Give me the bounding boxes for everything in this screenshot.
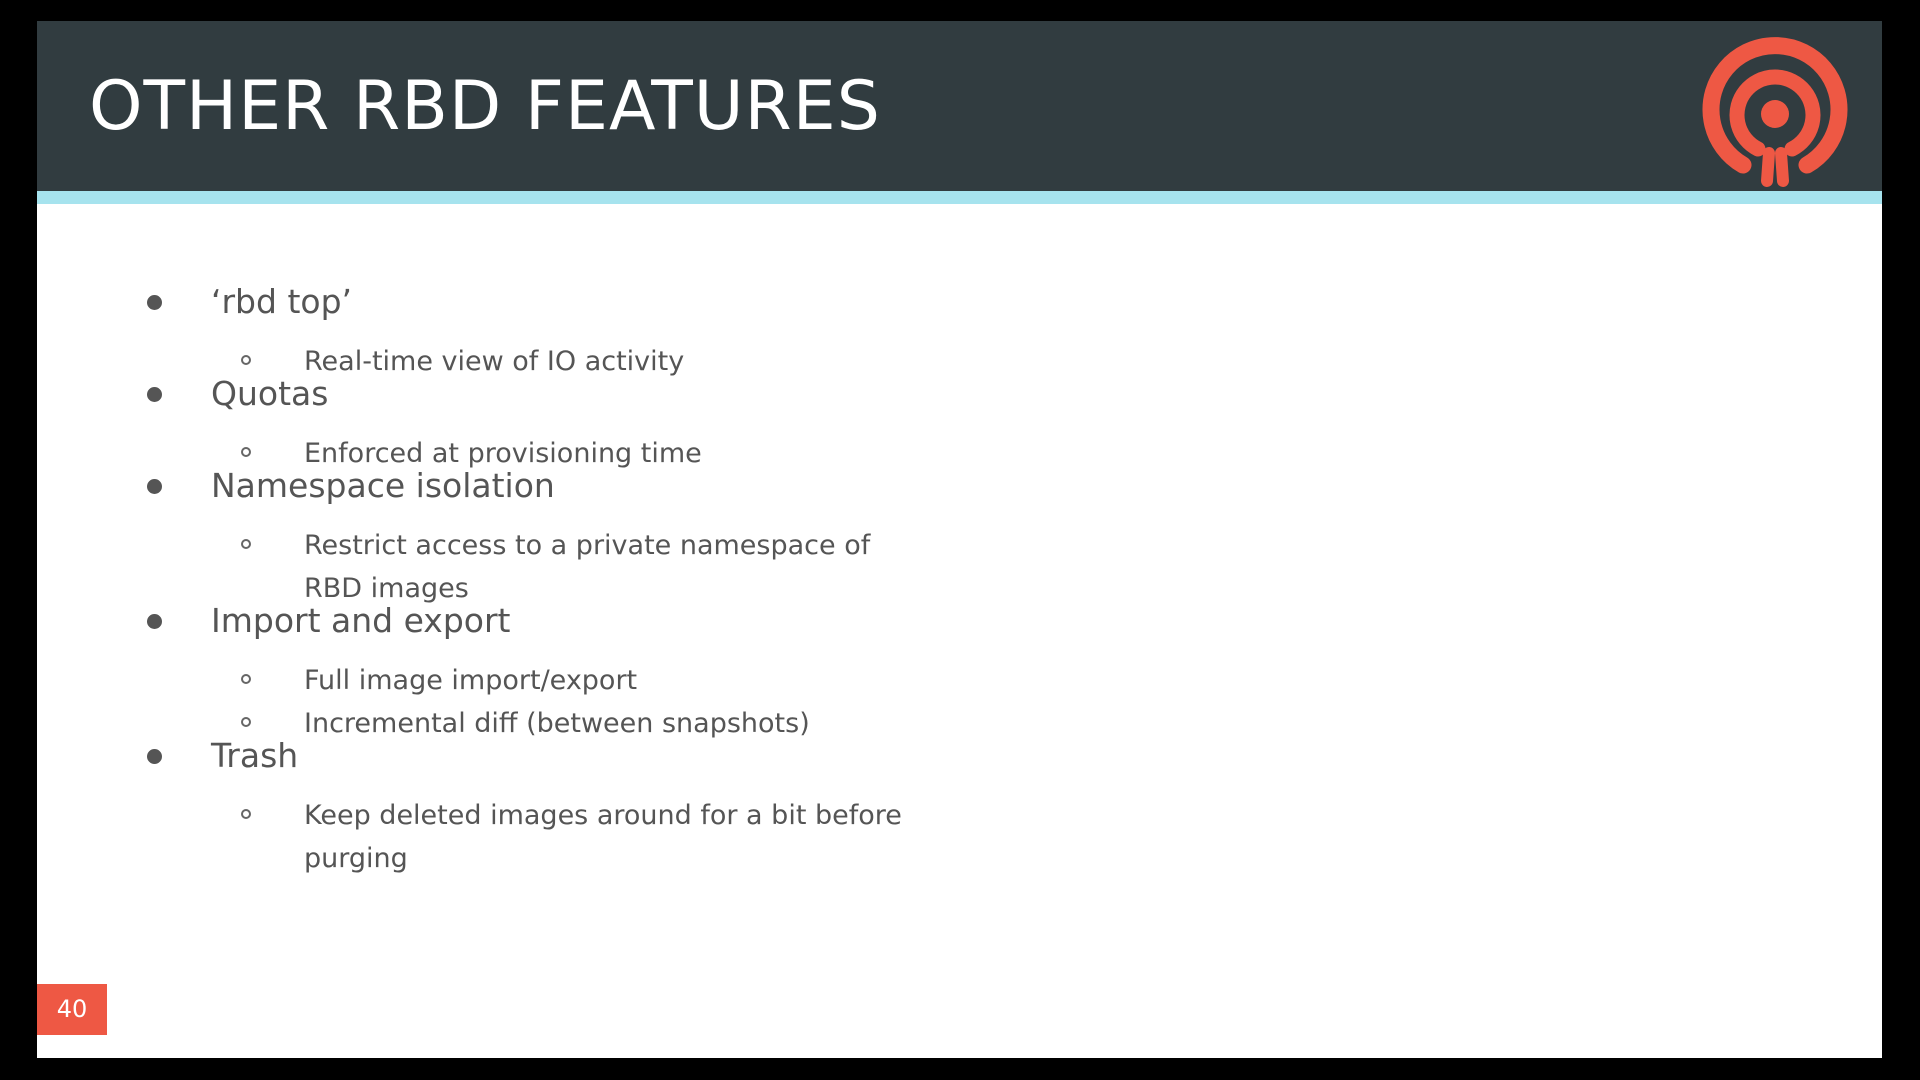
sub-bullet-text: Keep deleted images around for a bit bef… (304, 800, 902, 874)
sub-bullet-text: Restrict access to a private namespace o… (304, 530, 871, 604)
sub-bullet-circle-icon (241, 674, 251, 684)
bullet-dot-icon (147, 479, 162, 494)
sub-bullet-text: Real-time view of IO activity (304, 346, 685, 377)
sub-bullet-circle-icon (241, 717, 251, 727)
sub-bullet-circle-icon (241, 447, 251, 457)
bullet-text: Quotas (211, 374, 329, 413)
slide: OTHER RBD FEATURES ‘rbd top’ Real-time v… (37, 21, 1882, 1058)
sub-bullet-text: Full image import/export (304, 665, 638, 696)
bullet-dot-icon (147, 749, 162, 764)
sub-bullet-circle-icon (241, 355, 251, 365)
bullet-list: ‘rbd top’ Real-time view of IO activity … (37, 21, 1882, 1058)
bullet-text: Trash (211, 736, 299, 775)
bullet-text: Import and export (211, 601, 511, 640)
bullet-text: Namespace isolation (211, 466, 555, 505)
bullet-dot-icon (147, 614, 162, 629)
bullet-text: ‘rbd top’ (211, 282, 353, 321)
bullet-dot-icon (147, 387, 162, 402)
sub-bullet-circle-icon (241, 539, 251, 549)
sub-bullet-text: Incremental diff (between snapshots) (304, 708, 810, 739)
bullet-dot-icon (147, 295, 162, 310)
sub-bullet-circle-icon (241, 809, 251, 819)
page-number-badge: 40 (37, 984, 107, 1035)
